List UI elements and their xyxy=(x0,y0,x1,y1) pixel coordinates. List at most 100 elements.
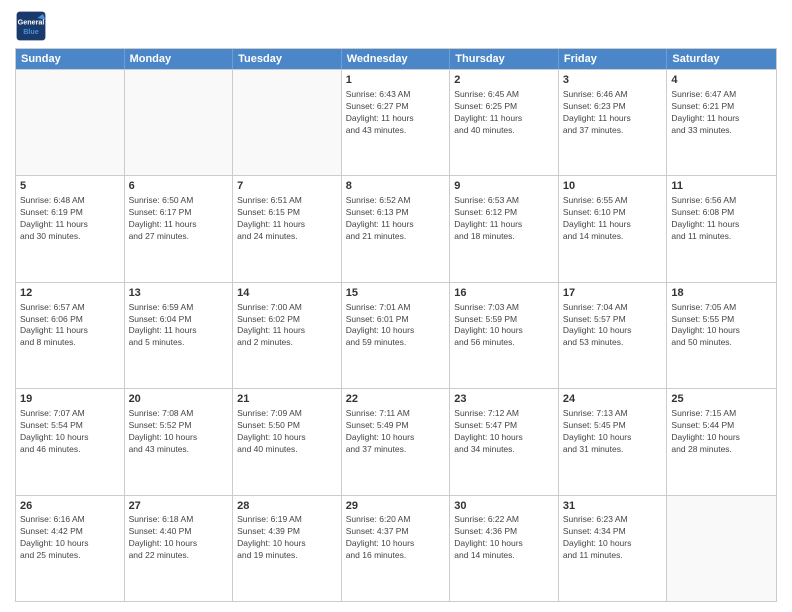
cal-cell: 2Sunrise: 6:45 AM Sunset: 6:25 PM Daylig… xyxy=(450,70,559,175)
cal-row-2: 12Sunrise: 6:57 AM Sunset: 6:06 PM Dayli… xyxy=(16,282,776,388)
day-number: 31 xyxy=(563,499,663,514)
cal-cell: 24Sunrise: 7:13 AM Sunset: 5:45 PM Dayli… xyxy=(559,389,668,494)
cal-cell: 12Sunrise: 6:57 AM Sunset: 6:06 PM Dayli… xyxy=(16,283,125,388)
day-number: 27 xyxy=(129,499,229,514)
cal-cell: 16Sunrise: 7:03 AM Sunset: 5:59 PM Dayli… xyxy=(450,283,559,388)
page: General Blue SundayMondayTuesdayWednesda… xyxy=(0,0,792,612)
cal-cell: 26Sunrise: 6:16 AM Sunset: 4:42 PM Dayli… xyxy=(16,496,125,601)
cal-cell: 13Sunrise: 6:59 AM Sunset: 6:04 PM Dayli… xyxy=(125,283,234,388)
cal-cell xyxy=(125,70,234,175)
day-number: 14 xyxy=(237,286,337,301)
cell-info: Sunrise: 6:45 AM Sunset: 6:25 PM Dayligh… xyxy=(454,89,554,137)
cell-info: Sunrise: 7:12 AM Sunset: 5:47 PM Dayligh… xyxy=(454,408,554,456)
day-number: 11 xyxy=(671,179,772,194)
cal-cell: 20Sunrise: 7:08 AM Sunset: 5:52 PM Dayli… xyxy=(125,389,234,494)
cell-info: Sunrise: 6:57 AM Sunset: 6:06 PM Dayligh… xyxy=(20,302,120,350)
cal-cell: 3Sunrise: 6:46 AM Sunset: 6:23 PM Daylig… xyxy=(559,70,668,175)
cal-cell: 17Sunrise: 7:04 AM Sunset: 5:57 PM Dayli… xyxy=(559,283,668,388)
cal-cell: 23Sunrise: 7:12 AM Sunset: 5:47 PM Dayli… xyxy=(450,389,559,494)
cell-info: Sunrise: 6:18 AM Sunset: 4:40 PM Dayligh… xyxy=(129,514,229,562)
cell-info: Sunrise: 6:55 AM Sunset: 6:10 PM Dayligh… xyxy=(563,195,663,243)
cell-info: Sunrise: 7:05 AM Sunset: 5:55 PM Dayligh… xyxy=(671,302,772,350)
calendar: SundayMondayTuesdayWednesdayThursdayFrid… xyxy=(15,48,777,602)
cal-row-0: 1Sunrise: 6:43 AM Sunset: 6:27 PM Daylig… xyxy=(16,69,776,175)
cell-info: Sunrise: 7:13 AM Sunset: 5:45 PM Dayligh… xyxy=(563,408,663,456)
cal-cell: 8Sunrise: 6:52 AM Sunset: 6:13 PM Daylig… xyxy=(342,176,451,281)
cal-cell: 28Sunrise: 6:19 AM Sunset: 4:39 PM Dayli… xyxy=(233,496,342,601)
header-day-friday: Friday xyxy=(559,49,668,69)
svg-text:General: General xyxy=(18,17,45,26)
cell-info: Sunrise: 6:20 AM Sunset: 4:37 PM Dayligh… xyxy=(346,514,446,562)
cell-info: Sunrise: 6:43 AM Sunset: 6:27 PM Dayligh… xyxy=(346,89,446,137)
cell-info: Sunrise: 6:16 AM Sunset: 4:42 PM Dayligh… xyxy=(20,514,120,562)
cell-info: Sunrise: 7:09 AM Sunset: 5:50 PM Dayligh… xyxy=(237,408,337,456)
cell-info: Sunrise: 6:46 AM Sunset: 6:23 PM Dayligh… xyxy=(563,89,663,137)
day-number: 10 xyxy=(563,179,663,194)
cell-info: Sunrise: 6:59 AM Sunset: 6:04 PM Dayligh… xyxy=(129,302,229,350)
cal-cell: 6Sunrise: 6:50 AM Sunset: 6:17 PM Daylig… xyxy=(125,176,234,281)
day-number: 13 xyxy=(129,286,229,301)
day-number: 8 xyxy=(346,179,446,194)
cell-info: Sunrise: 6:53 AM Sunset: 6:12 PM Dayligh… xyxy=(454,195,554,243)
cal-cell xyxy=(233,70,342,175)
header-day-wednesday: Wednesday xyxy=(342,49,451,69)
header-day-sunday: Sunday xyxy=(16,49,125,69)
cal-cell: 30Sunrise: 6:22 AM Sunset: 4:36 PM Dayli… xyxy=(450,496,559,601)
cell-info: Sunrise: 6:22 AM Sunset: 4:36 PM Dayligh… xyxy=(454,514,554,562)
cell-info: Sunrise: 7:08 AM Sunset: 5:52 PM Dayligh… xyxy=(129,408,229,456)
cell-info: Sunrise: 6:23 AM Sunset: 4:34 PM Dayligh… xyxy=(563,514,663,562)
cal-cell: 29Sunrise: 6:20 AM Sunset: 4:37 PM Dayli… xyxy=(342,496,451,601)
cell-info: Sunrise: 6:47 AM Sunset: 6:21 PM Dayligh… xyxy=(671,89,772,137)
cal-cell: 11Sunrise: 6:56 AM Sunset: 6:08 PM Dayli… xyxy=(667,176,776,281)
logo-icon: General Blue xyxy=(15,10,47,42)
day-number: 21 xyxy=(237,392,337,407)
cal-cell: 22Sunrise: 7:11 AM Sunset: 5:49 PM Dayli… xyxy=(342,389,451,494)
cell-info: Sunrise: 7:04 AM Sunset: 5:57 PM Dayligh… xyxy=(563,302,663,350)
cell-info: Sunrise: 6:52 AM Sunset: 6:13 PM Dayligh… xyxy=(346,195,446,243)
cell-info: Sunrise: 6:50 AM Sunset: 6:17 PM Dayligh… xyxy=(129,195,229,243)
cal-cell xyxy=(667,496,776,601)
cell-info: Sunrise: 7:11 AM Sunset: 5:49 PM Dayligh… xyxy=(346,408,446,456)
header-day-thursday: Thursday xyxy=(450,49,559,69)
cal-cell: 25Sunrise: 7:15 AM Sunset: 5:44 PM Dayli… xyxy=(667,389,776,494)
cal-cell: 7Sunrise: 6:51 AM Sunset: 6:15 PM Daylig… xyxy=(233,176,342,281)
day-number: 3 xyxy=(563,73,663,88)
day-number: 23 xyxy=(454,392,554,407)
header-day-saturday: Saturday xyxy=(667,49,776,69)
day-number: 5 xyxy=(20,179,120,194)
day-number: 22 xyxy=(346,392,446,407)
cal-cell: 1Sunrise: 6:43 AM Sunset: 6:27 PM Daylig… xyxy=(342,70,451,175)
cal-cell: 9Sunrise: 6:53 AM Sunset: 6:12 PM Daylig… xyxy=(450,176,559,281)
day-number: 30 xyxy=(454,499,554,514)
day-number: 6 xyxy=(129,179,229,194)
day-number: 26 xyxy=(20,499,120,514)
day-number: 16 xyxy=(454,286,554,301)
header-day-monday: Monday xyxy=(125,49,234,69)
cal-cell: 14Sunrise: 7:00 AM Sunset: 6:02 PM Dayli… xyxy=(233,283,342,388)
cal-cell: 27Sunrise: 6:18 AM Sunset: 4:40 PM Dayli… xyxy=(125,496,234,601)
cal-row-1: 5Sunrise: 6:48 AM Sunset: 6:19 PM Daylig… xyxy=(16,175,776,281)
cell-info: Sunrise: 7:15 AM Sunset: 5:44 PM Dayligh… xyxy=(671,408,772,456)
day-number: 7 xyxy=(237,179,337,194)
cell-info: Sunrise: 6:51 AM Sunset: 6:15 PM Dayligh… xyxy=(237,195,337,243)
day-number: 12 xyxy=(20,286,120,301)
cal-cell: 15Sunrise: 7:01 AM Sunset: 6:01 PM Dayli… xyxy=(342,283,451,388)
cal-cell: 4Sunrise: 6:47 AM Sunset: 6:21 PM Daylig… xyxy=(667,70,776,175)
svg-text:Blue: Blue xyxy=(23,27,39,36)
day-number: 4 xyxy=(671,73,772,88)
cal-cell: 10Sunrise: 6:55 AM Sunset: 6:10 PM Dayli… xyxy=(559,176,668,281)
cell-info: Sunrise: 6:19 AM Sunset: 4:39 PM Dayligh… xyxy=(237,514,337,562)
cal-cell: 18Sunrise: 7:05 AM Sunset: 5:55 PM Dayli… xyxy=(667,283,776,388)
cal-row-3: 19Sunrise: 7:07 AM Sunset: 5:54 PM Dayli… xyxy=(16,388,776,494)
day-number: 18 xyxy=(671,286,772,301)
cell-info: Sunrise: 6:48 AM Sunset: 6:19 PM Dayligh… xyxy=(20,195,120,243)
day-number: 2 xyxy=(454,73,554,88)
day-number: 19 xyxy=(20,392,120,407)
day-number: 9 xyxy=(454,179,554,194)
day-number: 15 xyxy=(346,286,446,301)
header: General Blue xyxy=(15,10,777,42)
header-day-tuesday: Tuesday xyxy=(233,49,342,69)
day-number: 20 xyxy=(129,392,229,407)
day-number: 28 xyxy=(237,499,337,514)
day-number: 29 xyxy=(346,499,446,514)
